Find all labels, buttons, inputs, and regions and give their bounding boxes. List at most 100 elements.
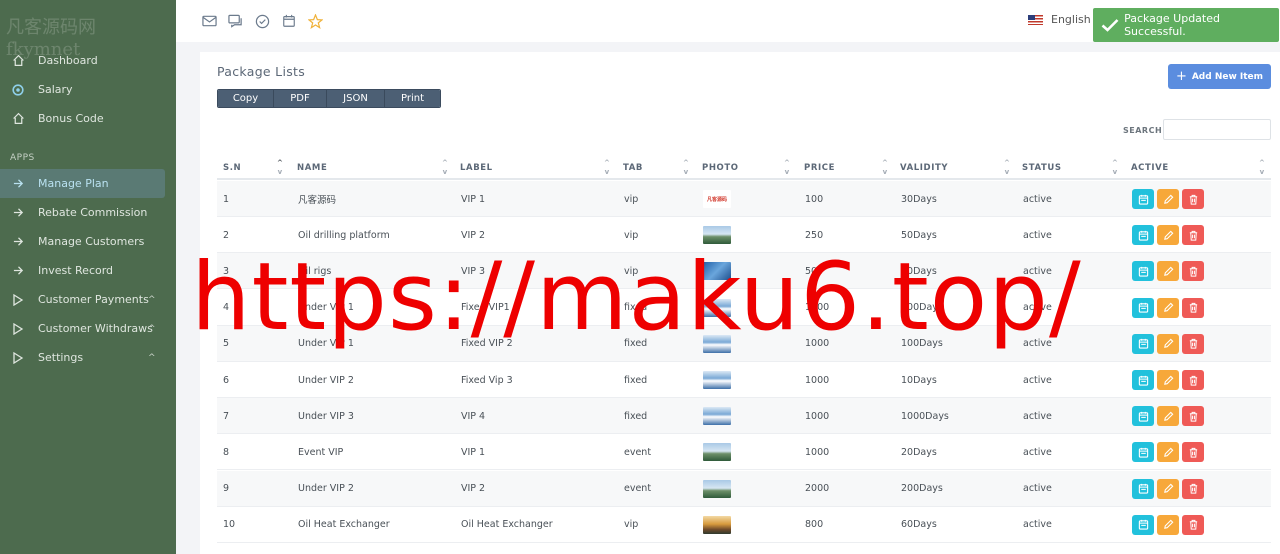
delete-icon [1188,411,1199,422]
delete-icon [1188,338,1199,349]
row-name: Under VIP 1 [298,302,354,314]
arrow-right-icon [10,263,26,279]
sidebar-item-dashboard[interactable]: Dashboard [0,46,176,75]
search-label: SEARCH: [1123,126,1166,135]
row-photo-cell [703,471,731,507]
row-sn: 8 [223,446,230,458]
row-label: VIP 2 [461,483,486,495]
table-header: S.N ^ v NAME ^ v LABEL ^ v TAB ^ v PHOTO ^ v … [217,154,1271,180]
chat-icon[interactable] [226,12,244,30]
delete-button[interactable] [1182,514,1204,535]
view-button[interactable] [1132,189,1154,209]
sidebar-item-settings[interactable]: Settings ^ [0,343,176,372]
sort-icon: ^ v [784,159,791,176]
row-label: VIP 1 [461,193,486,205]
column-header-validity[interactable]: VALIDITY ^ v [894,154,1016,180]
row-status: active [1023,519,1052,531]
row-status: active [1023,229,1052,241]
row-validity: 30Days [901,193,937,205]
row-label: VIP 2 [461,229,486,241]
row-photo-cell [703,507,731,543]
row-tab: fixed [624,374,648,386]
delete-button[interactable] [1182,189,1204,209]
view-button[interactable] [1132,261,1154,282]
delete-button[interactable] [1182,261,1204,282]
column-header-status[interactable]: STATUS ^ v [1016,154,1125,180]
view-button[interactable] [1132,406,1154,427]
json-button[interactable]: JSON [327,90,385,107]
delete-button[interactable] [1182,225,1204,246]
edit-button[interactable] [1157,297,1179,318]
language-selector[interactable]: English [1028,13,1091,26]
row-sn: 6 [223,374,230,386]
row-label: VIP 1 [461,446,486,458]
edit-button[interactable] [1157,406,1179,427]
column-header-price[interactable]: PRICE ^ v [798,154,894,180]
row-validity: 100Days [901,302,943,314]
sidebar-item-bonus-code[interactable]: Bonus Code [0,104,176,133]
view-button[interactable] [1132,225,1154,246]
column-header-tab[interactable]: TAB ^ v [617,154,696,180]
row-tab: fixed [624,302,648,314]
sidebar-item-invest-record[interactable]: Invest Record [0,256,176,285]
print-button[interactable]: Print [385,90,440,107]
mail-icon[interactable] [200,12,218,30]
sidebar-item-rebate-commission[interactable]: Rebate Commission [0,198,176,227]
edit-icon [1163,411,1174,422]
edit-button[interactable] [1157,514,1179,535]
delete-button[interactable] [1182,297,1204,318]
edit-button[interactable] [1157,189,1179,209]
sidebar-item-label: Dashboard [38,54,98,67]
sidebar-item-manage-customers[interactable]: Manage Customers [0,227,176,256]
sidebar-item-customer-payments[interactable]: Customer Payments ^ [0,285,176,314]
star-icon[interactable] [306,12,324,30]
package-photo [703,226,731,245]
column-header-name[interactable]: NAME ^ v [291,154,454,180]
edit-button[interactable] [1157,333,1179,354]
edit-button[interactable] [1157,478,1179,499]
sort-icon: ^ v [1004,159,1011,176]
delete-icon [1188,375,1199,386]
view-button[interactable] [1132,297,1154,318]
calendar-icon[interactable] [280,12,298,30]
table-row: 2 Oil drilling platform VIP 2 vip 250 50Days a… [217,217,1271,254]
check-circle-icon[interactable] [253,12,271,30]
pdf-button[interactable]: PDF [274,90,327,107]
check-icon [1101,18,1124,32]
delete-button[interactable] [1182,333,1204,354]
view-button[interactable] [1132,442,1154,463]
delete-button[interactable] [1182,442,1204,463]
sidebar-item-customer-withdraws[interactable]: Customer Withdraws ^ [0,314,176,343]
sort-icon: ^ v [882,159,889,176]
sidebar-item-salary[interactable]: Salary [0,75,176,104]
chevron-up-icon: ^ [148,352,156,363]
sidebar-item-label: Bonus Code [38,112,104,125]
edit-button[interactable] [1157,442,1179,463]
settings-icon [10,82,26,98]
view-button[interactable] [1132,514,1154,535]
language-label: English [1051,13,1091,26]
view-button[interactable] [1132,333,1154,354]
sidebar-item-manage-plan[interactable]: Manage Plan [0,169,165,198]
search-input[interactable] [1163,119,1271,140]
delete-button[interactable] [1182,406,1204,427]
edit-button[interactable] [1157,225,1179,246]
view-button[interactable] [1132,478,1154,499]
column-header-photo[interactable]: PHOTO ^ v [696,154,798,180]
view-button[interactable] [1132,370,1154,390]
edit-button[interactable] [1157,261,1179,282]
row-validity: 20Days [901,446,937,458]
row-price: 1000 [805,374,830,386]
column-header-sn[interactable]: S.N ^ v [217,154,291,180]
copy-button[interactable]: Copy [218,90,274,107]
view-icon [1138,519,1149,530]
edit-button[interactable] [1157,370,1179,390]
edit-icon [1163,230,1174,241]
add-new-item-button[interactable]: + Add New Item [1168,64,1271,89]
column-header-active[interactable]: ACTIVE ^ v [1125,154,1271,180]
column-header-label[interactable]: LABEL ^ v [454,154,617,180]
delete-button[interactable] [1182,478,1204,499]
row-status: active [1023,446,1052,458]
delete-button[interactable] [1182,370,1204,390]
sidebar-item-label: Customer Withdraws [38,322,153,335]
